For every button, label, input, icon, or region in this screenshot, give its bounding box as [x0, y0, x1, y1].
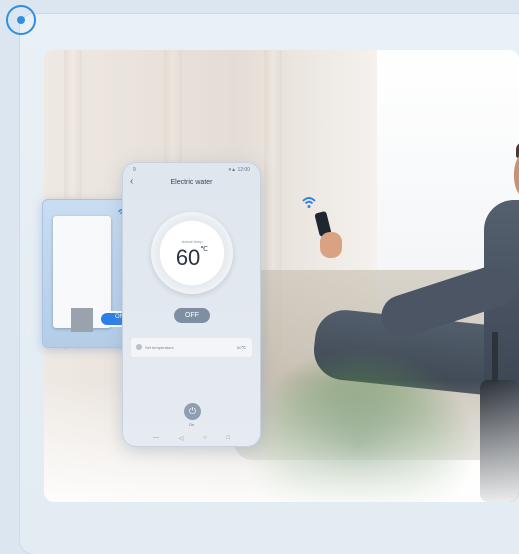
nav-menu[interactable]: — [153, 435, 159, 442]
status-right: ▾▲ 12:00 [228, 167, 250, 173]
dial-label: Actual temp [181, 239, 203, 244]
wifi-icon [301, 195, 317, 211]
circle-logo-icon [6, 5, 36, 35]
nav-recents[interactable]: □ [226, 435, 230, 442]
status-bar: 9 ▾▲ 12:00 [133, 167, 250, 173]
temperature-dial[interactable]: Actual temp 60℃ [151, 212, 233, 294]
set-temperature-value: 60℃ [237, 345, 246, 350]
nav-home[interactable]: ○ [203, 435, 207, 442]
app-title: Electric water [170, 179, 213, 186]
status-left: 9 [133, 167, 136, 173]
nav-back[interactable]: ◁ [179, 435, 184, 442]
water-heater [53, 216, 111, 332]
set-temperature-row[interactable]: Set temperature 60℃ [131, 338, 252, 357]
temperature-number: 60 [175, 245, 201, 270]
suitcase-handle [492, 332, 498, 382]
power-icon[interactable]: ⏻ [184, 403, 201, 420]
fog-overlay [44, 380, 519, 502]
phone-nav-bar: — ◁ ○ □ [143, 435, 240, 442]
thermometer-icon [136, 344, 142, 350]
temperature-value: 60℃ [151, 245, 233, 271]
hand [320, 232, 342, 258]
off-button[interactable]: OFF [174, 308, 210, 323]
heater-panel [71, 308, 93, 332]
power-label: On [188, 422, 195, 427]
temperature-unit: ℃ [200, 246, 209, 253]
phone-app: 9 ▾▲ 12:00 ‹ Electric water Actual temp … [122, 162, 261, 447]
set-temperature-label: Set temperature [145, 345, 174, 350]
